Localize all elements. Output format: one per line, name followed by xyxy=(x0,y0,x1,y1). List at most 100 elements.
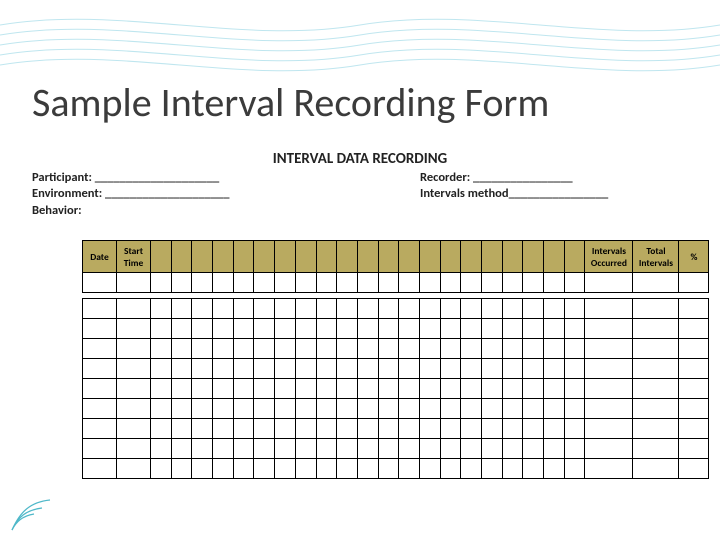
table-cell xyxy=(399,419,420,439)
decorative-corner-icon xyxy=(10,482,60,532)
table-cell xyxy=(275,399,296,419)
table-cell xyxy=(151,299,172,319)
table-cell xyxy=(502,419,523,439)
table-cell xyxy=(585,439,633,459)
table-cell xyxy=(295,359,316,379)
table-cell xyxy=(337,379,358,399)
table-cell xyxy=(213,399,234,419)
table-cell xyxy=(564,299,585,319)
table-cell xyxy=(399,379,420,399)
table-cell xyxy=(482,399,503,419)
table-cell xyxy=(233,273,254,293)
table-cell xyxy=(399,319,420,339)
table-cell xyxy=(564,419,585,439)
table-cell xyxy=(502,379,523,399)
environment-field: Environment: ____________________ xyxy=(32,186,230,202)
table-cell xyxy=(171,319,192,339)
table-cell xyxy=(151,419,172,439)
table-cell xyxy=(337,359,358,379)
table-cell xyxy=(419,459,440,479)
table-cell xyxy=(151,319,172,339)
table-cell xyxy=(585,419,633,439)
table-cell xyxy=(633,339,679,359)
table-cell xyxy=(83,459,117,479)
col-interval xyxy=(482,241,503,273)
table-cell xyxy=(482,319,503,339)
table-cell xyxy=(117,273,151,293)
decorative-waves xyxy=(0,0,720,80)
table-cell xyxy=(275,379,296,399)
table-cell xyxy=(633,419,679,439)
table-cell xyxy=(679,459,709,479)
col-date: Date xyxy=(83,241,117,273)
table-cell xyxy=(213,439,234,459)
table-cell xyxy=(171,359,192,379)
table-cell xyxy=(254,319,275,339)
col-interval xyxy=(502,241,523,273)
table-cell xyxy=(213,319,234,339)
col-interval xyxy=(171,241,192,273)
table-cell xyxy=(254,273,275,293)
participant-field: Participant: ____________________ xyxy=(32,170,230,186)
table-cell xyxy=(378,359,399,379)
table-cell xyxy=(482,339,503,359)
table-cell xyxy=(399,339,420,359)
table-cell xyxy=(254,359,275,379)
table-cell xyxy=(419,299,440,319)
table-cell xyxy=(502,439,523,459)
table-cell xyxy=(233,419,254,439)
table-cell xyxy=(192,359,213,379)
table-cell xyxy=(254,419,275,439)
table-cell xyxy=(502,459,523,479)
table-cell xyxy=(316,379,337,399)
table-cell xyxy=(440,459,461,479)
table-cell xyxy=(337,273,358,293)
table-cell xyxy=(440,399,461,419)
table-cell xyxy=(544,439,565,459)
table-cell xyxy=(316,399,337,419)
table-cell xyxy=(419,359,440,379)
slide-subtitle: INTERVAL DATA RECORDING xyxy=(0,150,720,168)
table-cell xyxy=(564,439,585,459)
table-cell xyxy=(295,319,316,339)
table-cell xyxy=(419,339,440,359)
table-cell xyxy=(117,339,151,359)
table-cell xyxy=(419,419,440,439)
table-cell xyxy=(585,273,633,293)
table-cell xyxy=(151,399,172,419)
table-cell xyxy=(461,459,482,479)
table-cell xyxy=(564,399,585,419)
table-cell xyxy=(83,399,117,419)
table-cell xyxy=(399,459,420,479)
col-total-intervals: Total Intervals xyxy=(633,241,679,273)
table-cell xyxy=(316,273,337,293)
recording-table: DateStart TimeIntervals OccurredTotal In… xyxy=(82,240,638,479)
table-cell xyxy=(399,273,420,293)
table-cell xyxy=(233,339,254,359)
table-cell xyxy=(440,273,461,293)
table-cell xyxy=(357,359,378,379)
col-interval xyxy=(275,241,296,273)
table-cell xyxy=(633,273,679,293)
col-interval xyxy=(523,241,544,273)
table-cell xyxy=(523,379,544,399)
table-cell xyxy=(171,439,192,459)
table-cell xyxy=(544,419,565,439)
col-interval xyxy=(461,241,482,273)
table-cell xyxy=(254,439,275,459)
table-cell xyxy=(523,319,544,339)
col-interval xyxy=(192,241,213,273)
table-cell xyxy=(213,459,234,479)
table-cell xyxy=(83,439,117,459)
col-interval xyxy=(254,241,275,273)
col-interval xyxy=(337,241,358,273)
table-cell xyxy=(275,459,296,479)
table-cell xyxy=(419,439,440,459)
table-cell xyxy=(117,419,151,439)
table-cell xyxy=(564,379,585,399)
table-cell xyxy=(337,459,358,479)
table-cell xyxy=(440,379,461,399)
table-cell xyxy=(254,339,275,359)
table-cell xyxy=(316,299,337,319)
table-cell xyxy=(295,399,316,419)
